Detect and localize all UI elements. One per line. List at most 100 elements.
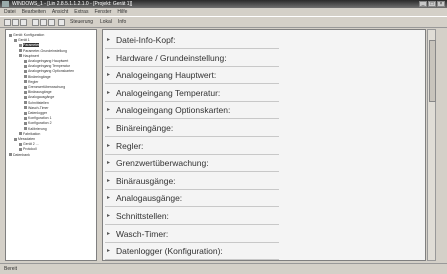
expand-arrow-icon[interactable]: ▸: [107, 177, 110, 185]
project-tree[interactable]: Gerät: Konfiguration Gerät 1 Parameter Para…: [5, 29, 97, 261]
expand-arrow-icon[interactable]: ▸: [107, 159, 110, 167]
tree-item-label: Wasch-Timer: [28, 105, 49, 110]
section-row[interactable]: ▸ Regler:: [105, 138, 279, 155]
toolbar-steuerung[interactable]: Steuerung: [70, 18, 93, 27]
folder-icon: [24, 101, 27, 105]
folder-icon: [24, 69, 27, 73]
app-window: WINDOWS_1 - [Lin 2.8.5.1.1.2.1.0 - [Proj…: [0, 0, 447, 274]
tree-item-label: Konfiguration 2: [28, 121, 52, 126]
tree-item-label: Analogeingang Optionskarten: [28, 69, 75, 74]
section-label: Grenzwertüberwachung:: [116, 158, 209, 169]
section-row[interactable]: ▸ Datei-Info-Kopf:: [105, 32, 279, 49]
folder-icon: [14, 38, 17, 42]
section-row[interactable]: ▸ Analogausgänge:: [105, 190, 279, 208]
open-folder-icon[interactable]: [12, 19, 19, 26]
tree-item[interactable]: Parameter-Grundeinstellung: [19, 49, 67, 53]
tree-item[interactable]: Analogeingang Hauptwert: [24, 59, 68, 63]
section-label: Analogeingang Hauptwert:: [116, 70, 217, 81]
tree-item-label: Analogausgänge: [28, 95, 55, 100]
folder-icon: [24, 116, 27, 120]
section-row[interactable]: ▸ Binäreingänge:: [105, 120, 279, 137]
expand-arrow-icon[interactable]: ▸: [107, 71, 110, 79]
tree-item[interactable]: Datenlogger: [24, 111, 47, 115]
new-file-icon[interactable]: [4, 19, 11, 26]
menu-hilfe[interactable]: Hilfe: [117, 8, 127, 16]
tree-item[interactable]: Binäreingänge: [24, 75, 51, 79]
tree-item[interactable]: Analogeingang Optionskarten: [24, 69, 74, 73]
menu-ansicht[interactable]: Ansicht: [52, 8, 68, 16]
section-row[interactable]: ▸ Binärausgänge:: [105, 173, 279, 190]
section-row[interactable]: ▸ Analogeingang Temperatur:: [105, 85, 279, 102]
expand-arrow-icon[interactable]: ▸: [107, 230, 110, 238]
tree-item-label: Binärausgänge: [28, 90, 52, 95]
section-row[interactable]: ▸ Grenzwertüberwachung:: [105, 155, 279, 173]
tree-item[interactable]: Wasch-Timer: [24, 106, 49, 110]
menu-datei[interactable]: Datei: [4, 8, 16, 16]
tree-item[interactable]: Konfiguration 1: [24, 116, 52, 120]
tree-item[interactable]: Messdaten: [14, 137, 35, 141]
section-label: Analogausgänge:: [116, 193, 183, 204]
close-button[interactable]: ×: [437, 1, 445, 7]
section-label: Analogeingang Optionskarten:: [116, 105, 231, 116]
tree-item[interactable]: Schnittstellen: [24, 101, 49, 105]
menu-extras[interactable]: Extras: [74, 8, 88, 16]
expand-arrow-icon[interactable]: ▸: [107, 36, 110, 44]
tree-item[interactable]: Binärausgänge: [24, 90, 52, 94]
expand-arrow-icon[interactable]: ▸: [107, 54, 110, 62]
vertical-scrollbar[interactable]: [427, 29, 436, 261]
tree-item[interactable]: Konfiguration 2: [24, 121, 52, 125]
expand-arrow-icon[interactable]: ▸: [107, 106, 110, 114]
save-icon[interactable]: [20, 19, 27, 26]
menu-bearbeiten[interactable]: Bearbeiten: [22, 8, 46, 16]
folder-icon: [24, 90, 27, 94]
section-row[interactable]: ▸ Hardware / Grundeinstellung:: [105, 50, 279, 67]
expand-arrow-icon[interactable]: ▸: [107, 212, 110, 220]
tree-item[interactable]: Grenzwertüberwachung: [24, 85, 65, 89]
tree-item-label: Parameter-Grundeinstellung: [23, 48, 67, 53]
expand-arrow-icon[interactable]: ▸: [107, 142, 110, 150]
toolbar-lokal[interactable]: Lokal: [100, 18, 112, 27]
section-label: Binärausgänge:: [116, 175, 176, 186]
expand-arrow-icon[interactable]: ▸: [107, 89, 110, 97]
tree-item[interactable]: Gerät 1: [14, 38, 30, 42]
tree-item[interactable]: Kalibrierung: [24, 127, 47, 131]
tree-item[interactable]: Datenbank: [9, 153, 30, 157]
cut-icon[interactable]: [32, 19, 39, 26]
tree-item[interactable]: Gerät 2 ...: [19, 142, 39, 146]
section-row[interactable]: ▸ Schnittstellen:: [105, 208, 279, 225]
maximize-button[interactable]: □: [428, 1, 436, 7]
paste-icon[interactable]: [48, 19, 55, 26]
print-icon[interactable]: [58, 19, 65, 26]
menu-fenster[interactable]: Fenster: [94, 8, 111, 16]
section-row[interactable]: ▸ Datenlogger (Konfiguration):: [105, 243, 279, 260]
tree-item[interactable]: Fabrikation: [19, 132, 40, 136]
minimize-button[interactable]: _: [419, 1, 427, 7]
window-controls: _ □ ×: [419, 1, 445, 7]
folder-icon: [19, 54, 22, 58]
section-label: Schnittstellen:: [116, 211, 169, 221]
expand-arrow-icon[interactable]: ▸: [107, 194, 110, 202]
expand-arrow-icon[interactable]: ▸: [107, 247, 110, 255]
scrollbar-thumb[interactable]: [429, 40, 436, 102]
tree-item[interactable]: Parameter: [19, 43, 40, 48]
section-row[interactable]: ▸ Analogeingang Optionskarten:: [105, 102, 279, 120]
tree-item[interactable]: Protokoll: [19, 147, 37, 151]
menu-bar: Datei Bearbeiten Ansicht Extras Fenster …: [0, 8, 447, 16]
toolbar: Steuerung Lokal Info: [0, 16, 447, 28]
copy-icon[interactable]: [40, 19, 47, 26]
folder-icon: [9, 153, 12, 157]
folder-icon: [24, 59, 27, 63]
section-row[interactable]: ▸ Analogeingang Hauptwert:: [105, 67, 279, 85]
folder-icon: [24, 121, 27, 125]
toolbar-info[interactable]: Info: [118, 18, 126, 27]
folder-icon: [9, 33, 12, 37]
expand-arrow-icon[interactable]: ▸: [107, 124, 110, 132]
tree-item-label: Analogeingang Temperatur: [28, 64, 70, 69]
tree-item[interactable]: Gerät: Konfiguration: [9, 33, 44, 37]
tree-item[interactable]: Analogausgänge: [24, 95, 54, 99]
folder-icon: [24, 106, 27, 110]
tree-item[interactable]: Hauptwert: [19, 54, 39, 58]
tree-item[interactable]: Regler: [24, 80, 38, 84]
section-row[interactable]: ▸ Wasch-Timer:: [105, 226, 279, 243]
tree-item[interactable]: Analogeingang Temperatur: [24, 64, 70, 68]
